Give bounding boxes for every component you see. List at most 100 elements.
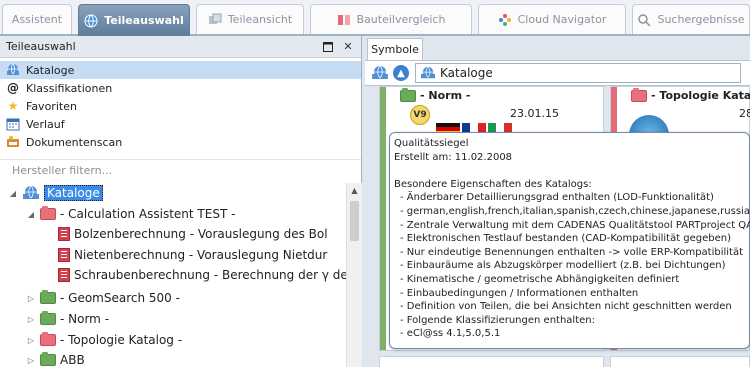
tree-scrollbar[interactable]: ▲ [346, 183, 362, 367]
tooltip-line: - Definition von Teilen, die bei Ansicht… [400, 301, 732, 313]
tooltip-line: - Elektronischen Testlauf bestanden (CAD… [400, 233, 732, 245]
card-title: - Topologie Katalo [631, 87, 750, 102]
panel-title: Teileauswahl [6, 40, 76, 53]
tooltip-line: - Zentrale Verwaltung mit dem CADENAS Qu… [400, 219, 750, 231]
calendar-icon [6, 118, 20, 131]
at-sign-icon: @ [7, 81, 19, 95]
close-icon: ✕ [343, 40, 353, 53]
expand-arrow-icon[interactable]: ▷ [26, 336, 36, 345]
parts-view-icon [208, 13, 222, 24]
nav-item-dokumentenscan[interactable]: Dokumentenscan [0, 133, 361, 151]
tab-cloud-navigator[interactable]: Cloud Navigator [478, 4, 626, 34]
scrollbar-thumb[interactable] [350, 201, 359, 241]
navigate-up-button[interactable]: ▲ [393, 65, 409, 81]
card-stripe [380, 87, 386, 350]
tree-row-schrauben[interactable]: Schraubenberechnung - Berechnung der γ d… [58, 265, 346, 285]
card-title-text: - Norm - [420, 89, 471, 102]
nav-item-label: Favoriten [26, 99, 77, 113]
tree-row-label: Bolzenberechnung - Vorauslegung des Bol [74, 227, 328, 241]
card-title-text: - Topologie Katalo [651, 89, 750, 102]
catalog-globe-icon [421, 66, 435, 79]
quality-seal-badge[interactable]: V9 [410, 105, 430, 125]
tab-teileauswahl[interactable]: Teileauswahl [78, 4, 190, 36]
tree-row-label: Nietenberechnung - Vorauslegung Nietdur [74, 248, 328, 262]
tooltip-line: Qualitätssiegel [394, 138, 469, 149]
calculation-doc-icon [58, 227, 70, 241]
tab-assistent[interactable]: Assistent [2, 4, 72, 34]
calculation-doc-icon [58, 268, 70, 282]
card-date: 28 [739, 107, 750, 120]
tab-label: Suchergebnisse [657, 13, 745, 26]
tab-teileansicht[interactable]: Teileansicht [196, 4, 304, 34]
tree-row-norm[interactable]: ▷ - Norm - [26, 309, 109, 329]
close-button[interactable]: ✕ [341, 40, 355, 54]
path-label: Kataloge [440, 66, 493, 80]
tab-label: Bauteilvergleich [356, 13, 446, 26]
catalog-globe-icon [23, 185, 39, 199]
tree-row-label: ABB [60, 353, 85, 367]
folder-icon [40, 311, 56, 325]
manufacturer-filter-input[interactable]: Hersteller filtern... [0, 159, 361, 181]
compare-icon [337, 14, 350, 25]
catalog-card-partial[interactable] [379, 356, 604, 367]
nav-item-favoriten[interactable]: ★ Favoriten [0, 97, 361, 115]
tree-row-abb[interactable]: ▷ ABB [26, 350, 85, 367]
nav-item-verlauf[interactable]: Verlauf [0, 115, 361, 133]
cloud-navigator-icon [498, 13, 511, 26]
tooltip-line: - Folgende Klassifizierungen enthalten: [400, 314, 595, 326]
tab-bauteilvergleich[interactable]: Bauteilvergleich [310, 4, 472, 34]
expand-arrow-icon[interactable]: ▷ [26, 294, 36, 303]
nav-item-label: Dokumentenscan [26, 135, 123, 149]
tree-row-label: - Topologie Katalog - [60, 333, 183, 347]
tree-row-bolzen[interactable]: Bolzenberechnung - Vorauslegung des Bol [58, 224, 328, 244]
collapse-arrow-icon[interactable]: ◢ [8, 189, 18, 198]
folder-icon [400, 87, 416, 102]
tree-row-label: - Norm - [60, 312, 110, 326]
path-field[interactable]: Kataloge [415, 63, 741, 83]
tree-row-label: - GeomSearch 500 - [60, 291, 180, 305]
nav-item-label: Verlauf [26, 117, 65, 131]
star-icon: ★ [7, 99, 19, 113]
filter-placeholder: Hersteller filtern... [12, 164, 113, 177]
tab-suchergebnisse[interactable]: Suchergebnisse [632, 4, 750, 34]
catalog-globe-icon [7, 63, 19, 75]
expand-arrow-icon[interactable]: ▷ [26, 315, 36, 324]
tab-symbole[interactable]: Symbole [367, 38, 423, 60]
tooltip-line: - Nur eindeutige Benennungen enthalten -… [400, 246, 744, 258]
nav-item-klassifikationen[interactable]: @ Klassifikationen [0, 79, 361, 97]
tree-row-geomsearch[interactable]: ▷ - GeomSearch 500 - [26, 288, 180, 308]
tree-row-nieten[interactable]: Nietenberechnung - Vorauslegung Nietdur [58, 245, 327, 265]
catalog-globe-icon[interactable] [371, 65, 389, 81]
expand-arrow-icon[interactable]: ▷ [26, 356, 36, 365]
folder-icon [40, 332, 56, 346]
arrow-up-icon: ▲ [397, 67, 405, 79]
collapse-arrow-icon[interactable]: ◢ [26, 210, 36, 219]
card-title: - Norm - [400, 87, 471, 102]
tooltip-line: Besondere Eigenschaften des Katalogs: [394, 178, 592, 190]
tree-row-root[interactable]: ◢ Kataloge [8, 183, 103, 203]
top-tab-bar: Assistent Teileauswahl Teileansicht Baut… [0, 0, 750, 36]
tab-label: Teileauswahl [104, 14, 184, 27]
tab-label: Cloud Navigator [517, 13, 607, 26]
catalog-globe-icon [84, 14, 98, 27]
scroll-up-icon[interactable]: ▲ [347, 183, 362, 197]
tooltip-line: - Einbauräume als Abzugskörper modellier… [400, 260, 726, 272]
folder-icon [40, 290, 56, 304]
tooltip-line: Erstellt am: 11.02.2008 [394, 151, 513, 163]
tooltip-line: - Einbaubedingungen / Informationen enth… [400, 287, 639, 299]
card-date: 23.01.15 [510, 107, 559, 120]
tree-row-topologie[interactable]: ▷ - Topologie Katalog - [26, 330, 182, 350]
tooltip-line: - german,english,french,italian,spanish,… [400, 205, 750, 217]
catalog-card-partial[interactable] [610, 356, 750, 367]
tooltip-line: - Änderbarer Detaillierungsgrad enthalte… [400, 192, 714, 204]
left-panel-header: Teileauswahl ✕ [0, 36, 361, 58]
tree-row-calculation[interactable]: ◢ - Calculation Assistent TEST - [26, 204, 235, 224]
document-scan-icon [7, 136, 19, 147]
tooltip-line: - Kinematische / geometrische Abhängigke… [400, 273, 680, 285]
tab-label: Symbole [371, 43, 419, 56]
maximize-icon [323, 41, 333, 52]
tree-root-label: Kataloge [44, 185, 103, 201]
maximize-button[interactable] [321, 40, 335, 54]
nav-item-kataloge[interactable]: Kataloge [0, 61, 361, 79]
catalog-tree: ◢ Kataloge ◢ - Calculation Assistent TES… [0, 183, 346, 367]
